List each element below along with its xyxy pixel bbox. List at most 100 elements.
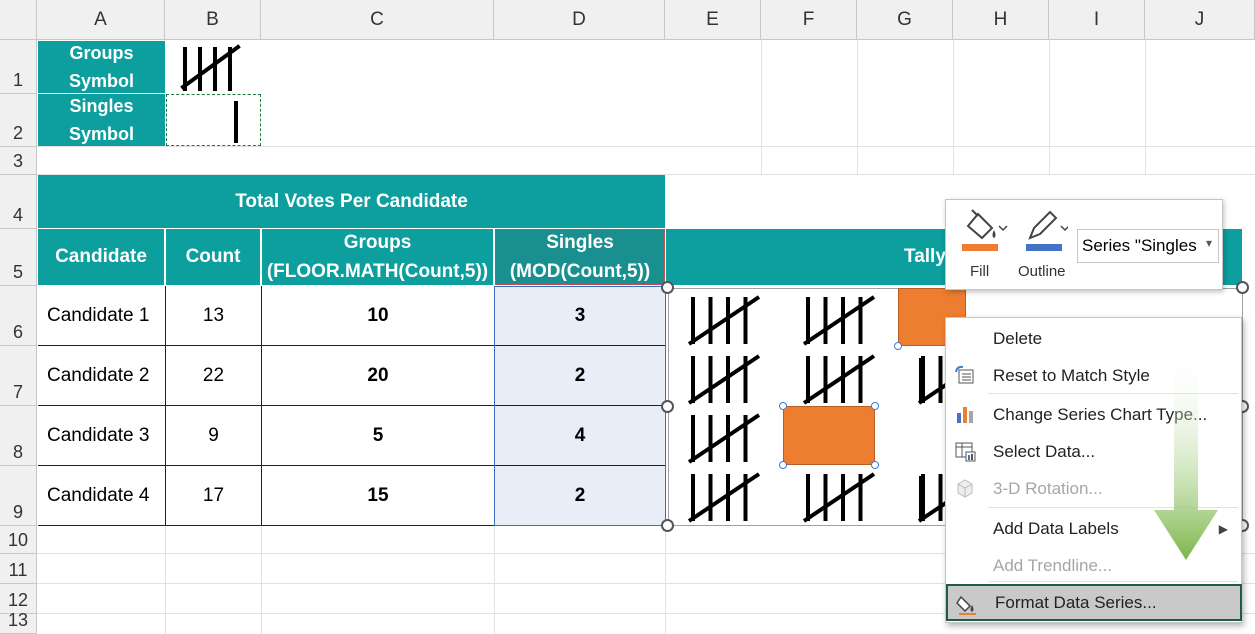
cube-icon	[954, 477, 976, 499]
singles-symbol-label-line2: Symbol	[68, 124, 134, 144]
header-groups[interactable]: Groups (FLOOR.MATH(Count,5))	[262, 229, 494, 285]
green-down-arrow-icon	[1154, 360, 1218, 560]
column-header-d[interactable]: D	[494, 0, 665, 40]
row-header-9[interactable]: 9	[0, 466, 37, 526]
row-header-4[interactable]: 4	[0, 175, 37, 229]
outline-color-swatch	[1026, 244, 1062, 251]
column-header-j[interactable]: J	[1145, 0, 1255, 40]
pen-outline-icon	[1028, 210, 1068, 240]
table-cell-singles[interactable]: 2	[495, 466, 666, 526]
row-header-11[interactable]: 11	[0, 554, 37, 584]
chart-resize-handle[interactable]	[661, 400, 674, 413]
select-all-corner[interactable]	[0, 0, 37, 40]
row-header-5[interactable]: 5	[0, 229, 37, 286]
select-data-icon	[954, 440, 976, 462]
groups-symbol-cell[interactable]	[166, 41, 261, 93]
table-cell-count[interactable]: 22	[166, 346, 262, 406]
table-cell-candidate[interactable]: Candidate 1	[38, 286, 166, 346]
row-header-10[interactable]: 10	[0, 526, 37, 554]
singles-symbol-cell[interactable]	[166, 94, 261, 146]
tally-mark-group	[687, 354, 761, 405]
row-header-1[interactable]: 1	[0, 40, 37, 94]
fill-button[interactable]: Fill	[958, 208, 1018, 284]
header-singles-line2: (MOD(Count,5))	[509, 261, 651, 282]
gridline	[261, 526, 262, 634]
series-selector-dropdown[interactable]: Series "Singles ▾	[1077, 229, 1219, 263]
chart-resize-handle[interactable]	[661, 281, 674, 294]
tally-mark-group	[687, 413, 761, 464]
column-header-i[interactable]: I	[1049, 0, 1145, 40]
point-handle[interactable]	[871, 402, 879, 410]
outline-button[interactable]: Outline	[1016, 208, 1076, 284]
tally-mark-group	[802, 295, 876, 346]
row-header-6[interactable]: 6	[0, 286, 37, 346]
row-header-13[interactable]: 13	[0, 610, 37, 634]
tally-mark-group	[687, 295, 761, 346]
table-cell-groups[interactable]: 5	[262, 406, 495, 466]
menu-item-delete[interactable]: Delete	[946, 320, 1242, 357]
fill-color-swatch	[962, 244, 998, 251]
table-cell-singles[interactable]: 4	[495, 406, 666, 466]
header-count[interactable]: Count	[166, 229, 261, 285]
menu-item-format-data-series[interactable]: Format Data Series...	[946, 584, 1242, 621]
gridline	[953, 40, 954, 175]
singles-symbol-label-line1: Singles	[69, 96, 134, 116]
table-title[interactable]: Total Votes Per Candidate	[38, 175, 665, 228]
tally-mark-group	[687, 472, 761, 523]
chart-resize-handle[interactable]	[1236, 281, 1249, 294]
row-header-7[interactable]: 7	[0, 346, 37, 406]
column-header-g[interactable]: G	[857, 0, 953, 40]
chart-resize-handle[interactable]	[661, 519, 674, 532]
fill-label: Fill	[970, 263, 990, 280]
point-handle[interactable]	[871, 461, 879, 469]
row-header-8[interactable]: 8	[0, 406, 37, 466]
point-handle[interactable]	[779, 402, 787, 410]
row-header-2[interactable]: 2	[0, 94, 37, 147]
menu-item-label: Select Data...	[993, 441, 1096, 461]
gridline	[665, 526, 666, 634]
singles-symbol-label[interactable]: Singles Symbol	[38, 94, 165, 146]
table-cell-candidate[interactable]: Candidate 4	[38, 466, 166, 526]
column-header-h[interactable]: H	[953, 0, 1049, 40]
table-cell-groups[interactable]: 20	[262, 346, 495, 406]
series-selector-value: Series "Singles	[1082, 236, 1197, 255]
groups-symbol-label-line2: Symbol	[68, 71, 134, 91]
table-cell-groups[interactable]: 15	[262, 466, 495, 526]
tally-mark-group	[802, 354, 876, 405]
table-cell-singles[interactable]: 2	[495, 346, 666, 406]
column-header-b[interactable]: B	[165, 0, 261, 40]
singles-series-point-selected[interactable]	[783, 406, 875, 465]
groups-symbol-label[interactable]: Groups Symbol	[38, 41, 165, 93]
table-cell-candidate[interactable]: Candidate 2	[38, 346, 166, 406]
row-header-3[interactable]: 3	[0, 147, 37, 175]
table-cell-count[interactable]: 9	[166, 406, 262, 466]
outline-label: Outline	[1018, 263, 1066, 280]
column-header-c[interactable]: C	[261, 0, 494, 40]
column-header-e[interactable]: E	[665, 0, 761, 40]
table-cell-singles[interactable]: 3	[495, 286, 666, 346]
header-singles[interactable]: Singles (MOD(Count,5))	[495, 229, 665, 285]
table-cell-groups[interactable]: 10	[262, 286, 495, 346]
table-cell-candidate[interactable]: Candidate 3	[38, 406, 166, 466]
table-cell-count[interactable]: 17	[166, 466, 262, 526]
tally-one-icon	[234, 101, 238, 143]
paint-bucket-icon	[966, 209, 1008, 240]
column-header-a[interactable]: A	[37, 0, 165, 40]
menu-item-label: 3-D Rotation...	[993, 478, 1103, 498]
header-candidate[interactable]: Candidate	[38, 229, 165, 285]
point-handle[interactable]	[894, 342, 902, 350]
header-groups-line1: Groups	[343, 232, 412, 253]
point-handle[interactable]	[779, 461, 787, 469]
reset-style-icon	[954, 364, 976, 386]
header-groups-line2: (FLOOR.MATH(Count,5))	[266, 261, 489, 282]
menu-item-label: Delete	[993, 328, 1043, 348]
groups-symbol-label-line1: Groups	[69, 43, 134, 63]
format-paint-icon	[956, 593, 978, 615]
table-cell-count[interactable]: 13	[166, 286, 262, 346]
header-singles-line1: Singles	[546, 232, 614, 253]
gridline	[857, 40, 858, 175]
menu-item-label: Add Trendline...	[993, 555, 1113, 575]
column-header-f[interactable]: F	[761, 0, 857, 40]
tally-five-icon	[180, 44, 241, 91]
menu-item-label: Reset to Match Style	[993, 365, 1150, 385]
